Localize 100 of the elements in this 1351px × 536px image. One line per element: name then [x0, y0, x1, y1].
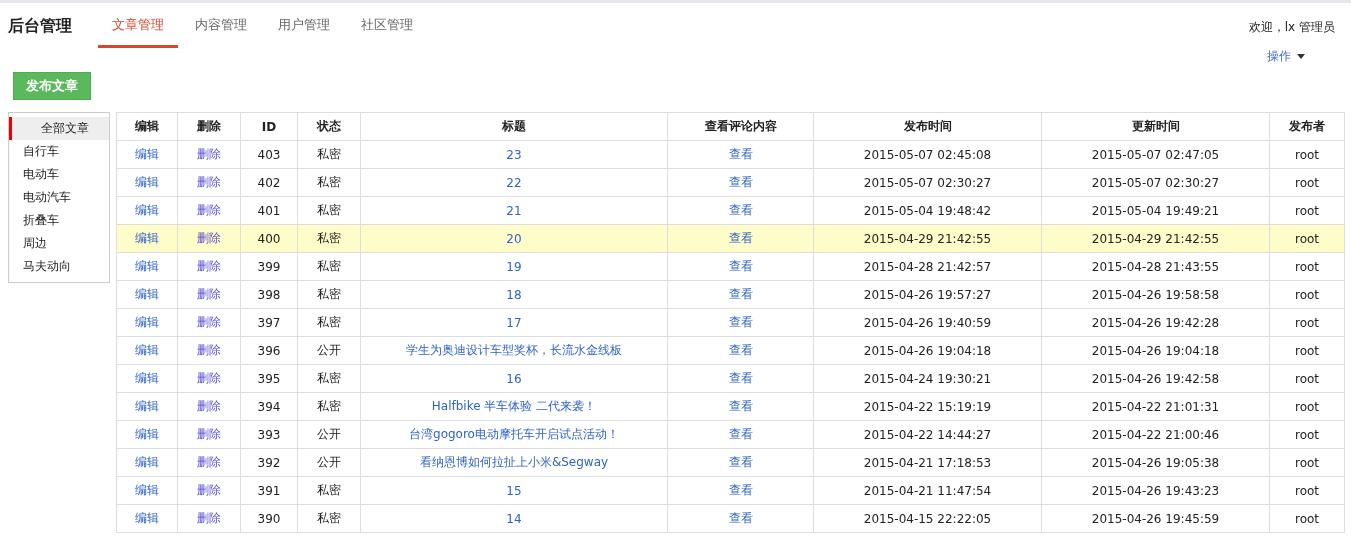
view-comments-link[interactable]: 查看	[728, 399, 753, 413]
delete-link[interactable]: 删除	[197, 287, 221, 301]
view-comments-link[interactable]: 查看	[728, 371, 753, 385]
category-item[interactable]: 马夫动向	[9, 255, 109, 278]
table-row[interactable]: 编辑 删除 390 私密 14 查看 2015-04-15 22:22:05 2015-04-26 19:45:59 root	[116, 504, 1345, 533]
title-link[interactable]: 20	[506, 231, 522, 246]
view-comments-link[interactable]: 查看	[728, 343, 753, 357]
table-row[interactable]: 编辑 删除 399 私密 19 查看 2015-04-28 21:42:57 2015-04-28 21:43:55 root	[116, 252, 1345, 281]
delete-link[interactable]: 删除	[197, 203, 221, 217]
edit-link[interactable]: 编辑	[135, 371, 159, 385]
table-cell: 392	[240, 448, 298, 477]
view-comments-link[interactable]: 查看	[728, 483, 753, 497]
view-comments-link[interactable]: 查看	[728, 147, 753, 161]
table-cell: 2015-04-26 19:57:27	[813, 280, 1042, 309]
table-cell: 2015-04-26 19:04:18	[813, 336, 1042, 365]
table-cell: 395	[240, 364, 298, 393]
table-cell: 私密	[297, 140, 361, 169]
table-cell: 2015-04-22 15:19:19	[813, 392, 1042, 421]
title-link[interactable]: 22	[506, 175, 522, 190]
delete-link[interactable]: 删除	[197, 259, 221, 273]
edit-link[interactable]: 编辑	[135, 287, 159, 301]
edit-link[interactable]: 编辑	[135, 483, 159, 497]
view-comments-link[interactable]: 查看	[728, 259, 753, 273]
delete-link[interactable]: 删除	[197, 147, 221, 161]
edit-link[interactable]: 编辑	[135, 203, 159, 217]
nav-tab[interactable]: 内容管理	[181, 3, 261, 48]
edit-link[interactable]: 编辑	[135, 511, 159, 525]
title-link[interactable]: 16	[506, 371, 522, 386]
nav-tab[interactable]: 用户管理	[264, 3, 344, 48]
table-row[interactable]: 编辑 删除 392 公开 看纳恩博如何拉扯上小米&Segway 查看 2015-04-21 17:18:53 2015-04-26 19:05:38 root	[116, 448, 1345, 477]
table-row[interactable]: 编辑 删除 400 私密 20 查看 2015-04-29 21:42:55 2015-04-29 21:42:55 root	[116, 224, 1345, 253]
delete-link[interactable]: 删除	[197, 175, 221, 189]
category-item[interactable]: 电动汽车	[9, 186, 109, 209]
table-cell: 2015-04-29 21:42:55	[813, 224, 1042, 253]
table-row[interactable]: 编辑 删除 403 私密 23 查看 2015-05-07 02:45:08 2015-05-07 02:47:05 root	[116, 140, 1345, 169]
table-cell: 391	[240, 476, 298, 505]
edit-link[interactable]: 编辑	[135, 399, 159, 413]
delete-link[interactable]: 删除	[197, 427, 221, 441]
table-row[interactable]: 编辑 删除 396 公开 学生为奥迪设计车型奖杯，长流水金线板 查看 2015-04-26 19:04:18 2015-04-26 19:04:18 root	[116, 336, 1345, 365]
table-cell: 396	[240, 336, 298, 365]
category-item[interactable]: 全部文章	[9, 117, 109, 140]
view-comments-link[interactable]: 查看	[728, 231, 753, 245]
column-header: 查看评论内容	[667, 112, 814, 141]
edit-link[interactable]: 编辑	[135, 427, 159, 441]
view-comments-link[interactable]: 查看	[728, 175, 753, 189]
title-link[interactable]: 14	[506, 511, 522, 526]
category-item[interactable]: 周边	[9, 232, 109, 255]
edit-link[interactable]: 编辑	[135, 175, 159, 189]
title-link[interactable]: 18	[506, 287, 522, 302]
table-cell: root	[1269, 280, 1345, 309]
edit-link[interactable]: 编辑	[135, 455, 159, 469]
view-comments-link[interactable]: 查看	[728, 455, 753, 469]
table-cell: 2015-04-24 19:30:21	[813, 364, 1042, 393]
view-comments-link[interactable]: 查看	[728, 511, 753, 525]
delete-link[interactable]: 删除	[197, 315, 221, 329]
view-comments-link[interactable]: 查看	[728, 287, 753, 301]
title-link[interactable]: 23	[506, 147, 522, 162]
table-cell: root	[1269, 140, 1345, 169]
table-row[interactable]: 编辑 删除 402 私密 22 查看 2015-05-07 02:30:27 2015-05-07 02:30:27 root	[116, 168, 1345, 197]
category-item[interactable]: 折叠车	[9, 209, 109, 232]
category-item[interactable]: 电动车	[9, 163, 109, 186]
edit-link[interactable]: 编辑	[135, 259, 159, 273]
table-cell: root	[1269, 336, 1345, 365]
table-row[interactable]: 编辑 删除 395 私密 16 查看 2015-04-24 19:30:21 2015-04-26 19:42:58 root	[116, 364, 1345, 393]
table-row[interactable]: 编辑 删除 391 私密 15 查看 2015-04-21 11:47:54 2015-04-26 19:43:23 root	[116, 476, 1345, 505]
edit-link[interactable]: 编辑	[135, 315, 159, 329]
title-link[interactable]: 17	[506, 315, 522, 330]
nav-tab[interactable]: 文章管理	[98, 3, 178, 48]
edit-link[interactable]: 编辑	[135, 343, 159, 357]
view-comments-link[interactable]: 查看	[728, 203, 753, 217]
table-row[interactable]: 编辑 删除 398 私密 18 查看 2015-04-26 19:57:27 2015-04-26 19:58:58 root	[116, 280, 1345, 309]
delete-link[interactable]: 删除	[197, 511, 221, 525]
table-cell: 2015-04-26 19:43:23	[1041, 476, 1270, 505]
caret-icon	[1297, 54, 1305, 59]
actions-dropdown[interactable]: 操作	[1267, 48, 1305, 65]
table-cell: root	[1269, 504, 1345, 533]
delete-link[interactable]: 删除	[197, 231, 221, 245]
delete-link[interactable]: 删除	[197, 371, 221, 385]
table-cell: 2015-04-28 21:42:57	[813, 252, 1042, 281]
table-cell: 2015-04-26 19:04:18	[1041, 336, 1270, 365]
view-comments-link[interactable]: 查看	[728, 315, 753, 329]
view-comments-link[interactable]: 查看	[728, 427, 753, 441]
edit-link[interactable]: 编辑	[135, 147, 159, 161]
table-row[interactable]: 编辑 删除 393 公开 台湾gogoro电动摩托车开启试点活动！ 查看 2015-04-22 14:44:27 2015-04-22 21:00:46 root	[116, 420, 1345, 449]
title-link[interactable]: 15	[506, 483, 522, 498]
delete-link[interactable]: 删除	[197, 399, 221, 413]
table-cell: 私密	[297, 168, 361, 197]
edit-link[interactable]: 编辑	[135, 231, 159, 245]
title-link[interactable]: 21	[506, 203, 522, 218]
table-cell: 2015-04-26 19:58:58	[1041, 280, 1270, 309]
table-row[interactable]: 编辑 删除 394 私密 Halfbike 半车体验 二代来袭！ 查看 2015-04-22 15:19:19 2015-04-22 21:01:31 root	[116, 392, 1345, 421]
table-row[interactable]: 编辑 删除 401 私密 21 查看 2015-05-04 19:48:42 2015-05-04 19:49:21 root	[116, 196, 1345, 225]
category-item[interactable]: 自行车	[9, 140, 109, 163]
delete-link[interactable]: 删除	[197, 483, 221, 497]
delete-link[interactable]: 删除	[197, 343, 221, 357]
table-cell: root	[1269, 364, 1345, 393]
delete-link[interactable]: 删除	[197, 455, 221, 469]
title-link[interactable]: 19	[506, 259, 522, 274]
nav-tab[interactable]: 社区管理	[347, 3, 427, 48]
table-row[interactable]: 编辑 删除 397 私密 17 查看 2015-04-26 19:40:59 2015-04-26 19:42:28 root	[116, 308, 1345, 337]
